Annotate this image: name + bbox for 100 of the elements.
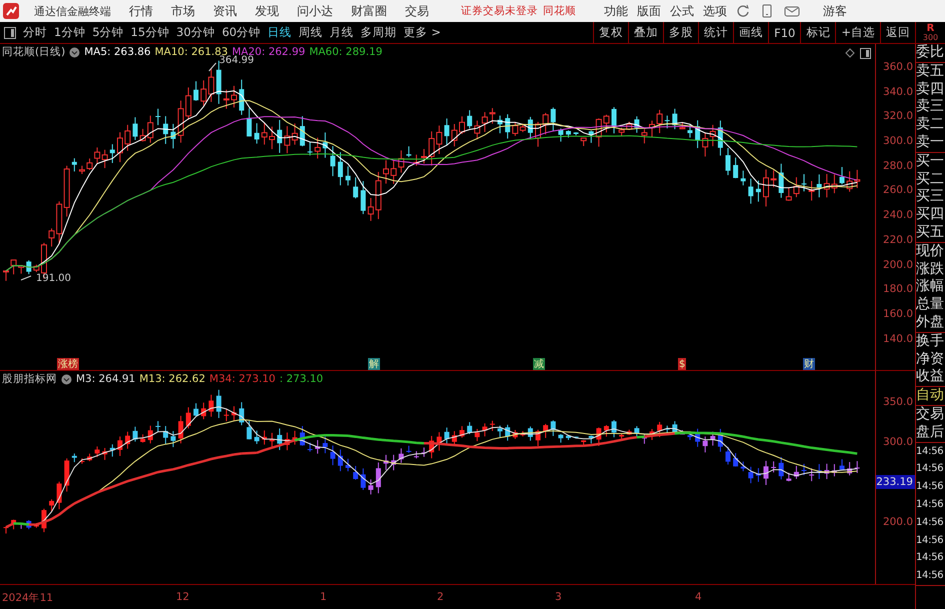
axis-label: 340.0 [882, 84, 914, 100]
period-tab[interactable]: 30分钟 [176, 25, 215, 40]
menu-item[interactable]: 功能 [604, 2, 628, 20]
axis-label: 350.0 [882, 395, 914, 409]
indicator-value: M13: 262.62 [139, 373, 206, 385]
quote-field-label: 14:56 [916, 534, 944, 548]
quote-field-label: 交易 [916, 406, 945, 424]
menu-item[interactable]: 交易 [405, 2, 429, 20]
quote-field-label: 买一 [916, 152, 945, 171]
indicator-value: MA5: 263.86 [84, 46, 151, 58]
axis-label: 200.0 [882, 515, 914, 529]
event-tag[interactable]: 财 [803, 358, 815, 370]
period-tab[interactable]: 5分钟 [92, 25, 124, 40]
period-tab[interactable]: 月线 [330, 25, 354, 40]
menu-item[interactable]: 公式 [670, 2, 694, 20]
quote-value: 300 [922, 32, 938, 42]
toolbar-button[interactable]: 返回 [880, 22, 915, 43]
quote-field-label: 买四 [916, 206, 945, 224]
quote-field-label: 卖四 [916, 80, 945, 98]
quote-field-label: 委比 [916, 44, 945, 62]
quote-field-label: 14:56 [916, 480, 944, 494]
quote-field-label: 换手 [916, 332, 945, 351]
toolbar-button[interactable]: 叠加 [628, 22, 664, 43]
period-tab[interactable]: 周线 [298, 25, 323, 40]
axis-label: 300.0 [882, 435, 914, 449]
axis-label: 240.0 [882, 208, 914, 224]
menu-item[interactable]: 版面 [637, 2, 661, 20]
period-tab[interactable]: 1分钟 [54, 25, 86, 40]
quote-field-label: 卖三 [916, 98, 945, 116]
axis-label: 180.0 [882, 282, 914, 298]
quote-field-label: 14:56 [916, 516, 944, 530]
menu-item[interactable]: 财富圈 [351, 2, 387, 20]
menu-item[interactable]: 发现 [255, 2, 279, 20]
axis-label: 320.0 [882, 109, 914, 124]
login-notice: 证券交易未登录 [461, 4, 538, 18]
quote-field-label: 净资 [916, 350, 945, 368]
event-tag[interactable]: 减 [533, 358, 545, 370]
quote-field-label: 现价 [916, 242, 945, 261]
toolbar-button[interactable]: 画线 [733, 22, 768, 43]
axis-label: 140.0 [882, 332, 914, 347]
user-name[interactable]: 游客 [823, 2, 847, 20]
chart-title: 同花顺(日线) [2, 45, 66, 59]
toolbar-button[interactable]: +自选 [835, 22, 880, 43]
period-tab[interactable]: 60分钟 [222, 25, 261, 40]
menu-item[interactable]: 行情 [129, 2, 153, 20]
low-price-label: 191.00 [36, 273, 71, 284]
axis-label: 360.0 [882, 60, 914, 75]
quote-field-label: 卖一 [916, 134, 945, 152]
axis-label: 220.0 [882, 232, 914, 248]
quote-field-label: 14:56 [916, 498, 944, 512]
menu-item[interactable]: 市场 [171, 2, 195, 20]
period-tab[interactable]: 日线 [268, 25, 292, 40]
quote-field-label: 14:56 [916, 444, 944, 459]
menu-item[interactable]: 问小达 [297, 2, 333, 20]
quote-field-label: 自动 [916, 387, 945, 405]
event-tag[interactable]: 解 [368, 358, 380, 370]
quote-field-label: 卖五 [916, 62, 945, 81]
quote-field-label: 14:56 [916, 569, 944, 584]
axis-label: 3 [555, 591, 562, 603]
period-tab[interactable]: 15分钟 [130, 25, 170, 40]
quote-field-label: 卖二 [916, 116, 945, 134]
event-tag[interactable]: $ [678, 358, 686, 370]
app-title: 通达信金融终端 [34, 4, 111, 18]
toolbar-button[interactable]: 统计 [698, 22, 734, 43]
axis-label: 12 [176, 591, 190, 603]
quote-field-label: 买三 [916, 188, 945, 206]
axis-label: 200.0 [882, 258, 914, 272]
menu-item[interactable]: 选项 [703, 2, 727, 20]
axis-label: 1 [320, 591, 327, 603]
quote-field-label: 外盘 [916, 314, 945, 332]
indicator-value: M34: 273.10 [209, 373, 276, 385]
quote-field-label: 14:56 [916, 462, 944, 476]
menu-item[interactable]: 资讯 [213, 2, 237, 20]
quote-field-label: 涨跌 [916, 260, 945, 278]
axis-label: 260.0 [882, 183, 914, 198]
toolbar-button[interactable]: 多股 [663, 22, 698, 43]
broker-link[interactable]: 同花顺 [543, 4, 576, 18]
quote-field-label: 买二 [916, 170, 945, 188]
toolbar-button[interactable]: 复权 [593, 22, 628, 43]
axis-label: 4 [695, 591, 702, 603]
period-tab[interactable]: 更多 > [404, 25, 441, 40]
indicator-value: M3: 264.91 [76, 373, 136, 385]
chart-title: 股朋指标网 [2, 372, 57, 386]
quote-field-label: 总量 [916, 296, 945, 314]
toolbar-button[interactable]: 标记 [800, 22, 836, 43]
axis-label: 2 [437, 591, 444, 603]
axis-label: 160.0 [882, 306, 914, 322]
high-price-label: 364.99 [219, 55, 254, 66]
period-tab[interactable]: 分时 [23, 25, 47, 40]
indicator-value: MA60: 289.19 [309, 46, 382, 58]
event-tag[interactable]: 涨榜 [57, 358, 79, 370]
axis-label: 2024年11 [2, 591, 54, 605]
axis-label: 280.0 [882, 158, 914, 174]
quote-field-label: 14:56 [916, 551, 944, 566]
axis-label: 300.0 [882, 134, 914, 150]
period-tab[interactable]: 多周期 [360, 25, 397, 40]
price-tag: 233.19 [876, 475, 915, 489]
quote-field-label: 收益 [916, 368, 945, 386]
toolbar-button[interactable]: F10 [768, 22, 800, 43]
quote-field-label: 买五 [916, 224, 945, 242]
